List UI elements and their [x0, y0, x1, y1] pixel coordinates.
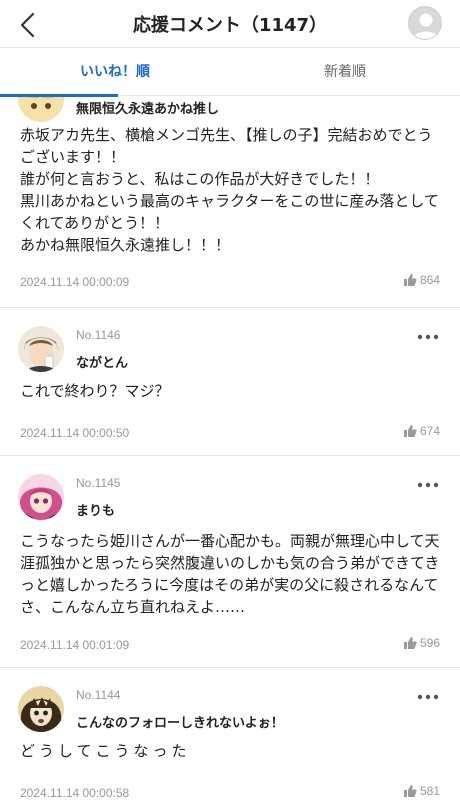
comment-number: No.1145: [76, 476, 121, 490]
thumbs-up-icon: [403, 425, 417, 437]
comment-date: 2024.11.14 00:00:09: [20, 275, 130, 289]
commenter-avatar[interactable]: [18, 326, 64, 372]
comment-date: 2024.11.14 00:01:09: [20, 638, 130, 652]
page-title: 応援コメント（1147）: [132, 15, 328, 36]
like-button[interactable]: 581: [403, 784, 440, 798]
sort-tabs: いいね！順 新着順: [0, 48, 460, 97]
comment-date: 2024.11.14 00:00:58: [20, 786, 130, 800]
like-button[interactable]: 596: [403, 636, 440, 650]
comment-item: 無限恒久永遠あかね推し 赤坂アカ先生、横槍メンゴ先生、【推しの子】完結おめでとう…: [0, 96, 460, 308]
comment-number: No.1146: [76, 328, 121, 342]
like-count: 581: [419, 784, 440, 798]
commenter-name: まりも: [76, 504, 116, 519]
comment-date: 2024.11.14 00:00:50: [20, 426, 130, 440]
user-avatar-icon[interactable]: [408, 6, 442, 40]
more-options-icon[interactable]: [416, 332, 440, 342]
commenter-name: 無限恒久永遠あかね推し: [76, 102, 220, 117]
comment-body: これで終わり？マジ？: [20, 382, 170, 400]
comment-item: No.1144 こんなのフォローしきれないよぉ！ どうしてこうなった 2024.…: [0, 668, 460, 800]
comment-item: No.1145 まりも こうなったら姫川さんが一番心配かも。両親が無理心中して天…: [0, 456, 460, 668]
commenter-name: ながとん: [76, 356, 129, 371]
commenter-avatar[interactable]: [18, 474, 64, 520]
thumbs-up-icon: [403, 274, 417, 286]
comment-body: 赤坂アカ先生、横槍メンゴ先生、【推しの子】完結おめでとうございます！！ 誰が何と…: [20, 126, 439, 254]
like-button[interactable]: 864: [403, 273, 440, 287]
commenter-avatar[interactable]: [18, 96, 64, 122]
comment-body: こうなったら姫川さんが一番心配かも。両親が無理心中して天涯孤独かと思ったら突然腹…: [20, 532, 440, 616]
like-button[interactable]: 674: [403, 424, 440, 438]
commenter-name: こんなのフォローしきれないよぉ！: [76, 716, 284, 731]
comment-list: 無限恒久永遠あかね推し 赤坂アカ先生、横槍メンゴ先生、【推しの子】完結おめでとう…: [0, 96, 460, 800]
comment-number: No.1144: [76, 688, 121, 702]
commenter-avatar[interactable]: [18, 686, 64, 732]
tab-newest[interactable]: 新着順: [230, 48, 460, 96]
comment-item: No.1146 ながとん これで終わり？マジ？ 2024.11.14 00:00…: [0, 308, 460, 456]
app-header: 応援コメント（1147）: [0, 0, 460, 48]
comment-body: どうしてこうなった: [20, 742, 191, 760]
like-count: 864: [419, 273, 440, 287]
more-options-icon[interactable]: [416, 480, 440, 490]
thumbs-up-icon: [403, 637, 417, 649]
tab-popular[interactable]: いいね！順: [0, 48, 230, 97]
like-count: 674: [419, 424, 440, 438]
more-options-icon[interactable]: [416, 692, 440, 702]
thumbs-up-icon: [403, 785, 417, 797]
like-count: 596: [419, 636, 440, 650]
